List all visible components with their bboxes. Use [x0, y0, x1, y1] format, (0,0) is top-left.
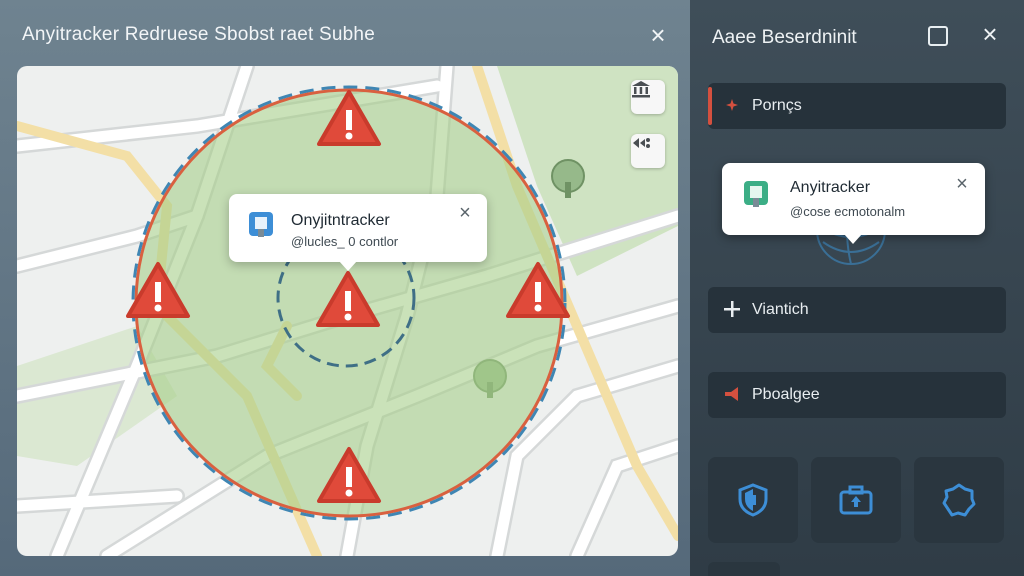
layers-icon: [633, 138, 650, 148]
map-canvas: [17, 66, 678, 556]
menu-row-label: Pboalgee: [752, 386, 820, 403]
sparkle-icon: [726, 99, 738, 111]
card-title: Anyitracker: [790, 179, 871, 196]
map-view[interactable]: [17, 66, 678, 556]
menu-row-viantich[interactable]: Viantich: [708, 287, 1006, 333]
panel-title: Aaee Beserdninit: [712, 27, 857, 48]
maximize-icon[interactable]: [928, 26, 948, 46]
layers-button[interactable]: [631, 134, 665, 168]
close-icon[interactable]: ×: [455, 203, 475, 224]
tracker-popup[interactable]: Onyjitntracker @lucles_ 0 contlor ×: [229, 194, 487, 271]
settings-panel: Aaee Beserdninit × Pornçs Anyitracker @c…: [690, 0, 1024, 576]
medkit-icon: [839, 485, 873, 515]
close-icon[interactable]: ×: [646, 22, 670, 48]
tracker-map-window: Anyitracker Redruese Sbobst raet Subhe ×: [0, 0, 690, 576]
menu-row-label: Viantich: [752, 301, 809, 318]
tracker-device-icon: [249, 212, 273, 237]
tile-partial: [708, 562, 780, 576]
close-icon[interactable]: ×: [978, 21, 1002, 47]
gear-tile[interactable]: [914, 457, 1004, 543]
close-icon[interactable]: ×: [952, 174, 972, 195]
tracker-card[interactable]: Anyitracker @cose ecmotonalm ×: [722, 163, 985, 244]
menu-row-pornes[interactable]: Pornçs: [708, 83, 1006, 129]
shield-icon: [738, 483, 768, 517]
tracker-device-icon: [744, 181, 768, 207]
building-button[interactable]: [631, 80, 665, 114]
window-title: Anyitracker Redruese Sbobst raet Subhe: [22, 24, 375, 45]
building-icon: [632, 81, 650, 98]
plus-icon: [724, 301, 740, 317]
card-subtitle: @cose ecmotonalm: [790, 204, 906, 219]
active-indicator: [708, 87, 712, 125]
popup-title: Onyjitntracker: [291, 212, 390, 229]
popup-subtitle: @lucles_ 0 contlor: [291, 234, 399, 249]
megaphone-icon: [725, 387, 738, 401]
shield-tile[interactable]: [708, 457, 798, 543]
menu-row-label: Pornçs: [752, 97, 802, 114]
gear-shape-icon: [942, 483, 976, 517]
menu-row-pboalgee[interactable]: Pboalgee: [708, 372, 1006, 418]
medkit-tile[interactable]: [811, 457, 901, 543]
